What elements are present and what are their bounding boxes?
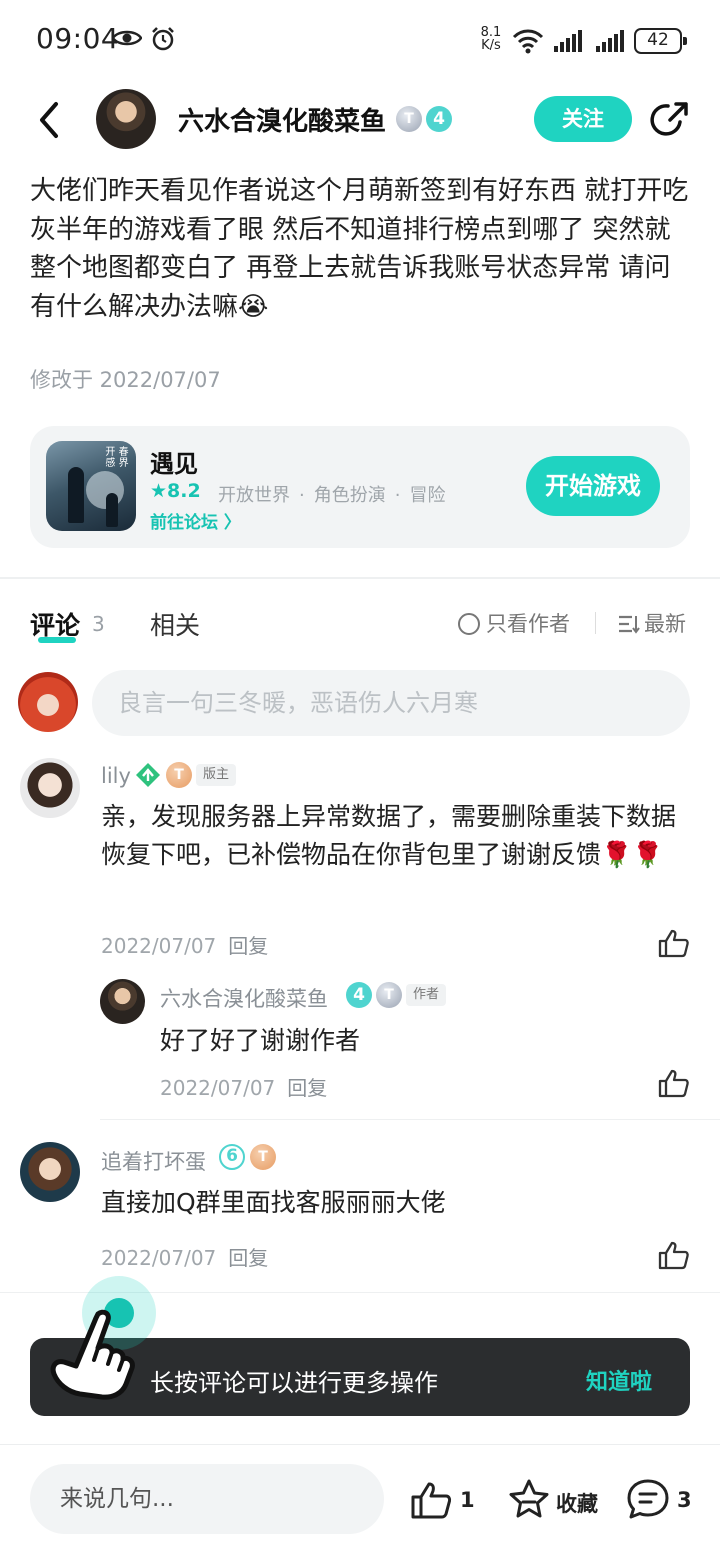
back-icon[interactable] (30, 98, 70, 142)
start-game-button[interactable]: 开始游戏 (526, 456, 660, 516)
signal-icon-2 (596, 30, 624, 52)
sort-icon (619, 615, 640, 634)
game-tags: 开放世界 · 角色扮演 · 冒险 (218, 485, 446, 506)
game-tag: 冒险 (409, 485, 446, 506)
comment-count: 3 (677, 1488, 692, 1512)
eye-icon (112, 30, 142, 46)
like-icon[interactable] (410, 1480, 452, 1520)
toast-text: 长按评论可以进行更多操作 (150, 1369, 438, 1397)
comment-author-name[interactable]: lily (101, 764, 131, 788)
reply-button[interactable]: 回复 (287, 1076, 327, 1100)
game-icon-figure-small (106, 493, 118, 527)
level-up-badge-icon (136, 763, 160, 787)
like-icon[interactable] (658, 1240, 690, 1270)
tab-related[interactable]: 相关 (150, 606, 200, 642)
reply-date: 2022/07/07 (160, 1076, 276, 1100)
share-icon[interactable] (650, 100, 690, 140)
reply-text[interactable]: 好了好了谢谢作者 (160, 1022, 690, 1060)
sort-label: 最新 (644, 612, 686, 636)
forum-link[interactable]: 前往论坛 〉 (150, 508, 241, 533)
alarm-icon (152, 27, 174, 51)
only-author-toggle[interactable]: 只看作者 (458, 608, 570, 638)
author-badge-t: T (396, 106, 422, 132)
game-tag: 开放世界 (218, 485, 290, 506)
game-icon[interactable]: 开 春 感 界 (46, 441, 136, 531)
comment-level-badge: 6 (219, 1144, 245, 1170)
my-avatar (18, 672, 78, 732)
battery-icon: 42 (634, 28, 687, 54)
reply-author-name[interactable]: 六水合溴化酸菜鱼 (160, 983, 328, 1013)
favorite-icon[interactable] (508, 1478, 550, 1520)
net-speed-unit: K/s (481, 38, 501, 53)
reply-avatar[interactable] (100, 979, 145, 1024)
game-rating: ★8.2 (150, 480, 201, 502)
reply-button[interactable]: 回复 (228, 1246, 268, 1270)
like-icon[interactable] (658, 1068, 690, 1098)
comment-text[interactable]: 亲，发现服务器上异常数据了，需要删除重装下数据恢复下吧，已补偿物品在你背包里了谢… (101, 798, 691, 874)
tab-separator (595, 612, 596, 634)
like-icon[interactable] (658, 928, 690, 958)
comment-text[interactable]: 直接加Q群里面找客服丽丽大佬 (101, 1184, 691, 1222)
game-icon-mark: 开 春 感 界 (105, 447, 129, 469)
tab-active-indicator (38, 637, 76, 643)
net-speed: 8.1 K/s (478, 26, 504, 52)
like-count: 1 (460, 1488, 475, 1512)
game-title[interactable]: 遇见 (150, 444, 198, 479)
post-body: 大佬们昨天看见作者说这个月萌新签到有好东西 就打开吃灰半年的游戏看了眼 然后不知… (30, 176, 689, 322)
author-tag: 作者 (406, 984, 447, 1006)
say-something-input[interactable]: 来说几句... (30, 1464, 384, 1534)
comment-badge-t: T (166, 762, 192, 788)
reply-meta: 2022/07/07 回复 (160, 1072, 327, 1101)
author-avatar[interactable] (96, 89, 156, 149)
comment-author-name[interactable]: 追着打坏蛋 (101, 1146, 206, 1176)
reply-badge-t: T (376, 982, 402, 1008)
tab-comments-count: 3 (92, 612, 105, 636)
bottom-bar-divider (0, 1444, 720, 1445)
status-time: 09:04 (36, 22, 120, 55)
only-author-label: 只看作者 (486, 612, 570, 636)
radio-icon (458, 613, 480, 635)
comment-icon[interactable] (626, 1478, 670, 1520)
comment-avatar[interactable] (20, 758, 80, 818)
favorite-label[interactable]: 收藏 (556, 1488, 598, 1518)
comment-date: 2022/07/07 (101, 934, 217, 958)
reply-button[interactable]: 回复 (228, 934, 268, 958)
post-modified-time: 修改于 2022/07/07 (30, 368, 221, 392)
game-icon-figure (68, 467, 84, 523)
game-tag: 角色扮演 (313, 485, 386, 506)
reply-level-badge: 4 (346, 982, 372, 1008)
signal-icon (554, 30, 582, 52)
status-bar: 09:04 8.1 K/s 42 (0, 0, 720, 84)
toast-dismiss-button[interactable]: 知道啦 (586, 1364, 652, 1396)
author-level-badge: 4 (426, 106, 452, 132)
comment-meta: 2022/07/07 回复 (101, 1242, 268, 1271)
hand-pointer-icon (50, 1309, 135, 1400)
game-icon-moon (86, 471, 124, 509)
comment-date: 2022/07/07 (101, 1246, 217, 1270)
wifi-icon (512, 29, 544, 54)
section-divider (0, 577, 720, 579)
moderator-tag: 版主 (196, 764, 237, 786)
comment-badge-t: T (250, 1144, 276, 1170)
sort-toggle[interactable]: 最新 (618, 608, 686, 638)
author-name[interactable]: 六水合溴化酸菜鱼 (178, 101, 386, 138)
follow-button[interactable]: 关注 (534, 96, 632, 142)
comment-avatar[interactable] (20, 1142, 80, 1202)
comment-meta: 2022/07/07 回复 (101, 930, 268, 959)
comment-input[interactable]: 良言一句三冬暖，恶语伤人六月寒 (92, 670, 690, 736)
game-card[interactable]: 开 春 感 界 遇见 ★8.2 开放世界 · 角色扮演 · 冒险 前往论坛 〉 开始游戏 (30, 426, 690, 548)
comment-divider (100, 1119, 720, 1120)
